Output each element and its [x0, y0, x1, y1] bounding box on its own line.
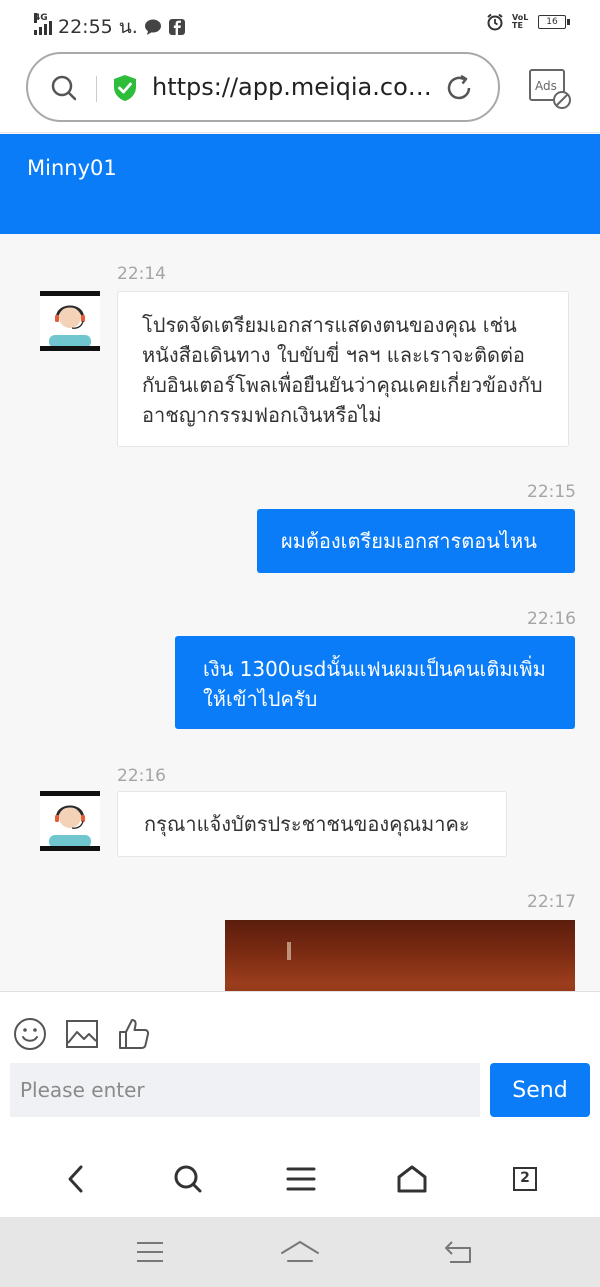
facebook-icon	[168, 19, 185, 35]
battery-icon: 16	[538, 15, 570, 29]
chat-title: Minny01	[27, 156, 117, 180]
message-input[interactable]	[10, 1063, 480, 1117]
url-text[interactable]: https://app.meiqia.com/...	[152, 73, 440, 101]
signal-icon: 4G	[34, 13, 52, 35]
menu-button[interactable]	[281, 1159, 321, 1199]
battery-level: 16	[546, 17, 558, 27]
search-icon[interactable]	[50, 74, 78, 102]
agent-avatar	[40, 291, 100, 351]
search-button[interactable]	[168, 1159, 208, 1199]
network-type: 4G	[34, 13, 48, 23]
composer-toolbar	[12, 1016, 152, 1052]
agent-avatar-icon	[49, 305, 91, 348]
chat-messages[interactable]: 22:14 โปรดจัดเตรียมเอกสารแสดงตนของคุณ เช…	[0, 234, 600, 991]
secure-shield-icon	[114, 75, 136, 101]
divider	[96, 76, 97, 102]
back-arrow-icon	[445, 1241, 471, 1263]
message-time: 22:16	[527, 609, 576, 629]
tabs-icon: 2	[513, 1167, 537, 1191]
volte-badge: VoLTE	[512, 13, 529, 30]
system-back-button[interactable]	[438, 1235, 478, 1269]
browser-url-bar: https://app.meiqia.com/... Ads	[0, 44, 600, 133]
system-home-button[interactable]	[280, 1235, 320, 1269]
message-time: 22:15	[527, 482, 576, 502]
alarm-icon	[487, 13, 503, 31]
send-button[interactable]: Send	[490, 1063, 590, 1117]
chat-header: Minny01	[0, 134, 600, 234]
message-time: 22:17	[527, 892, 576, 912]
outgoing-message-bubble: เงิน 1300usdนั้นแฟนผมเป็นคนเติมเพิ่มให้เ…	[175, 636, 575, 729]
ad-block-button[interactable]: Ads	[528, 68, 572, 109]
agent-avatar-icon	[49, 805, 91, 848]
reload-icon[interactable]	[444, 73, 474, 103]
incoming-message-bubble: โปรดจัดเตรียมเอกสารแสดงตนของคุณ เช่น หนั…	[117, 291, 569, 447]
status-bar: 4G 22:55 น. VoLTE 16	[0, 0, 600, 44]
system-nav-bar	[0, 1217, 600, 1287]
message-time: 22:16	[117, 766, 166, 786]
home-outline-icon	[281, 1241, 319, 1262]
emoji-icon[interactable]	[12, 1016, 48, 1052]
home-icon	[397, 1165, 427, 1193]
menu-icon	[286, 1167, 316, 1191]
chevron-left-icon	[68, 1165, 83, 1193]
search-icon	[174, 1165, 202, 1193]
message-time: 22:14	[117, 264, 166, 284]
sent-image[interactable]	[225, 920, 575, 991]
recent-apps-icon	[137, 1242, 163, 1262]
image-icon[interactable]	[64, 1016, 100, 1052]
tab-count: 2	[520, 1170, 530, 1186]
browser-bottom-nav: 2	[0, 1137, 600, 1217]
ads-label: Ads	[535, 79, 557, 93]
home-button[interactable]	[392, 1159, 432, 1199]
chat-notification-icon	[144, 19, 161, 35]
tabs-button[interactable]: 2	[505, 1159, 545, 1199]
incoming-message-bubble: กรุณาแจ้งบัตรประชาชนของคุณมาคะ	[117, 791, 507, 857]
message-composer: Send	[0, 991, 600, 1138]
back-button[interactable]	[56, 1159, 96, 1199]
agent-avatar	[40, 791, 100, 851]
recent-apps-button[interactable]	[130, 1235, 170, 1269]
thumbs-up-icon[interactable]	[116, 1016, 152, 1052]
clock: 22:55 น.	[58, 16, 138, 38]
address-box[interactable]: https://app.meiqia.com/...	[26, 52, 500, 122]
outgoing-message-bubble: ผมต้องเตรียมเอกสารตอนไหน	[257, 509, 575, 573]
